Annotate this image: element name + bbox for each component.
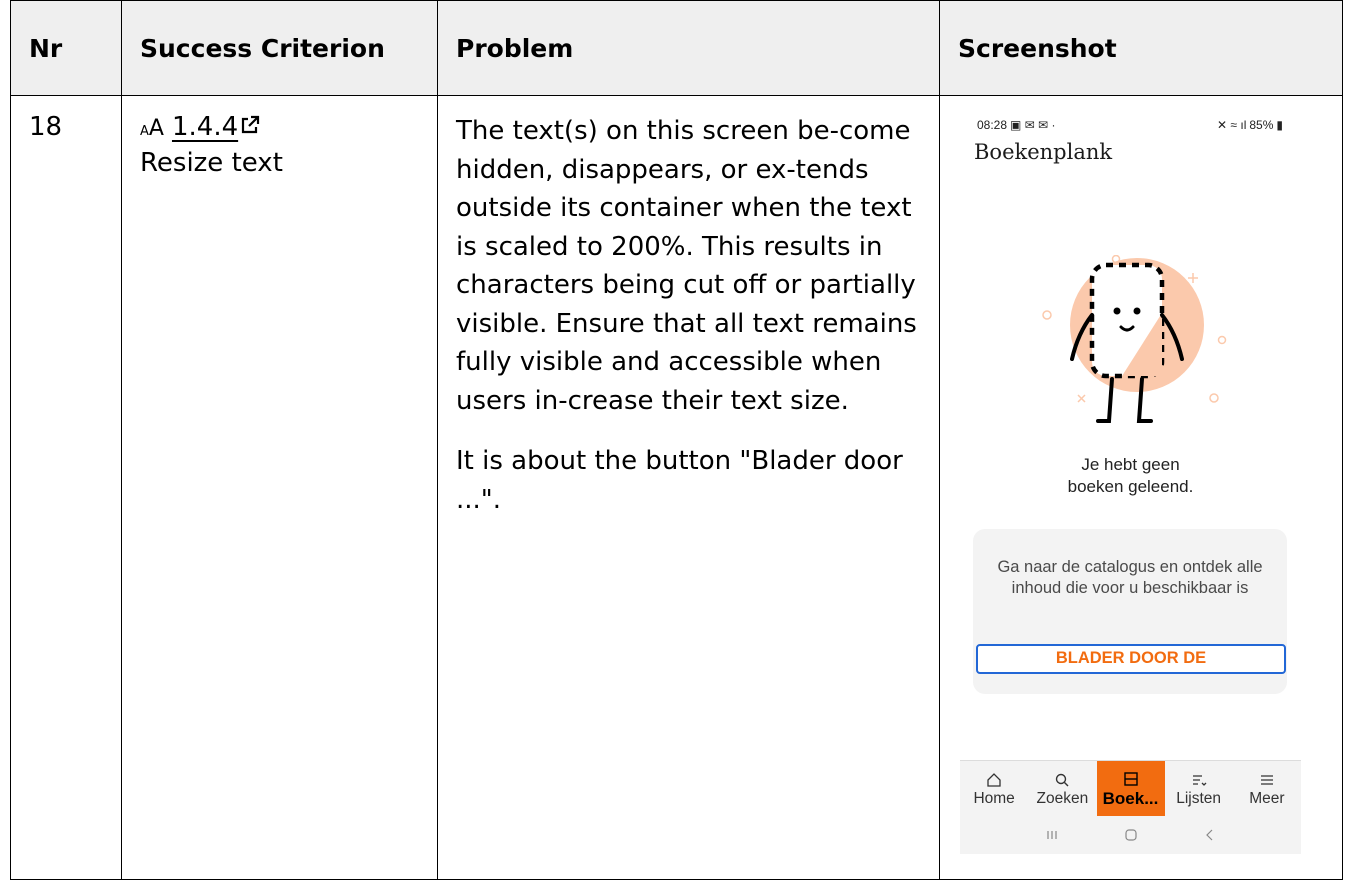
home-icon: [986, 770, 1002, 790]
menu-icon: [1259, 770, 1275, 790]
nav-item-boekenplank[interactable]: Boek...: [1096, 761, 1165, 816]
app-title: Boekenplank: [974, 140, 1113, 164]
external-link-icon: [242, 115, 260, 134]
header-screenshot: Screenshot: [939, 0, 1343, 96]
screenshot-cell: 08:28 ▣ ✉ ✉ · ✕ ≈ ıl 85% ▮ Boekenplank J…: [939, 95, 1343, 880]
bookshelf-icon: [1123, 769, 1139, 789]
empty-line-2: boeken geleend.: [1067, 477, 1194, 496]
catalog-card-text: Ga naar de catalogus en ontdek alle inho…: [997, 558, 1263, 597]
search-icon: [1054, 770, 1070, 790]
success-criterion-cell: AA 1.4.4 Resize text: [121, 95, 438, 880]
home-system-icon[interactable]: [1124, 828, 1138, 842]
header-row: Nr Success Criterion Problem Screenshot: [10, 0, 1343, 96]
text-size-icon: AA: [140, 116, 164, 141]
battery-level: 85%: [1249, 118, 1274, 132]
nav-label-boekenplank: Boek...: [1102, 788, 1159, 808]
signal-icons: ✕ ≈ ıl: [1217, 118, 1247, 132]
status-time: 08:28: [977, 118, 1008, 132]
nav-item-zoeken[interactable]: Zoeken: [1028, 761, 1096, 816]
empty-bookshelf-illustration: [1042, 255, 1227, 423]
browse-catalog-button[interactable]: BLADER DOOR DE: [976, 644, 1286, 674]
recent-apps-icon[interactable]: [1045, 828, 1059, 842]
battery-icon: ▮: [1276, 118, 1283, 132]
nav-item-meer[interactable]: Meer: [1233, 761, 1301, 816]
notification-icons: ▣ ✉ ✉ ·: [1010, 118, 1056, 132]
empty-line-1: Je hebt geen: [1081, 455, 1180, 474]
list-heart-icon: [1191, 770, 1207, 790]
problem-note: It is about the button "Blader door ..."…: [456, 446, 903, 515]
problem-description: The text(s) on this screen be-come hidde…: [456, 116, 917, 416]
nav-label-lijsten: Lijsten: [1176, 789, 1222, 807]
catalog-card: Ga naar de catalogus en ontdek alle inho…: [973, 529, 1287, 694]
table-row: 18 AA 1.4.4 Resize text The text(s) on t…: [10, 95, 1343, 880]
row-number: 18: [10, 95, 122, 880]
header-nr: Nr: [10, 0, 122, 96]
back-icon[interactable]: [1203, 828, 1217, 842]
nav-item-home[interactable]: Home: [960, 761, 1028, 816]
criterion-link[interactable]: 1.4.4: [172, 112, 260, 142]
bottom-navigation: Home Zoeken Boek... Lijsten Meer: [960, 760, 1301, 816]
nav-label-meer: Meer: [1249, 789, 1285, 807]
header-problem: Problem: [437, 0, 940, 96]
header-success-criterion: Success Criterion: [121, 0, 438, 96]
criterion-name: Resize text: [140, 148, 283, 178]
nav-label-home: Home: [973, 789, 1015, 807]
nav-label-zoeken: Zoeken: [1036, 789, 1089, 807]
system-navigation-bar: [960, 816, 1301, 854]
empty-state-message: Je hebt geen boeken geleend.: [960, 454, 1301, 498]
phone-screenshot: 08:28 ▣ ✉ ✉ · ✕ ≈ ıl 85% ▮ Boekenplank J…: [960, 118, 1301, 868]
problem-cell: The text(s) on this screen be-come hidde…: [437, 95, 940, 880]
nav-item-lijsten[interactable]: Lijsten: [1165, 761, 1233, 816]
status-bar: 08:28 ▣ ✉ ✉ · ✕ ≈ ıl 85% ▮: [977, 118, 1283, 132]
criterion-code: 1.4.4: [171, 112, 239, 142]
audit-table: Nr Success Criterion Problem Screenshot …: [10, 0, 1343, 880]
